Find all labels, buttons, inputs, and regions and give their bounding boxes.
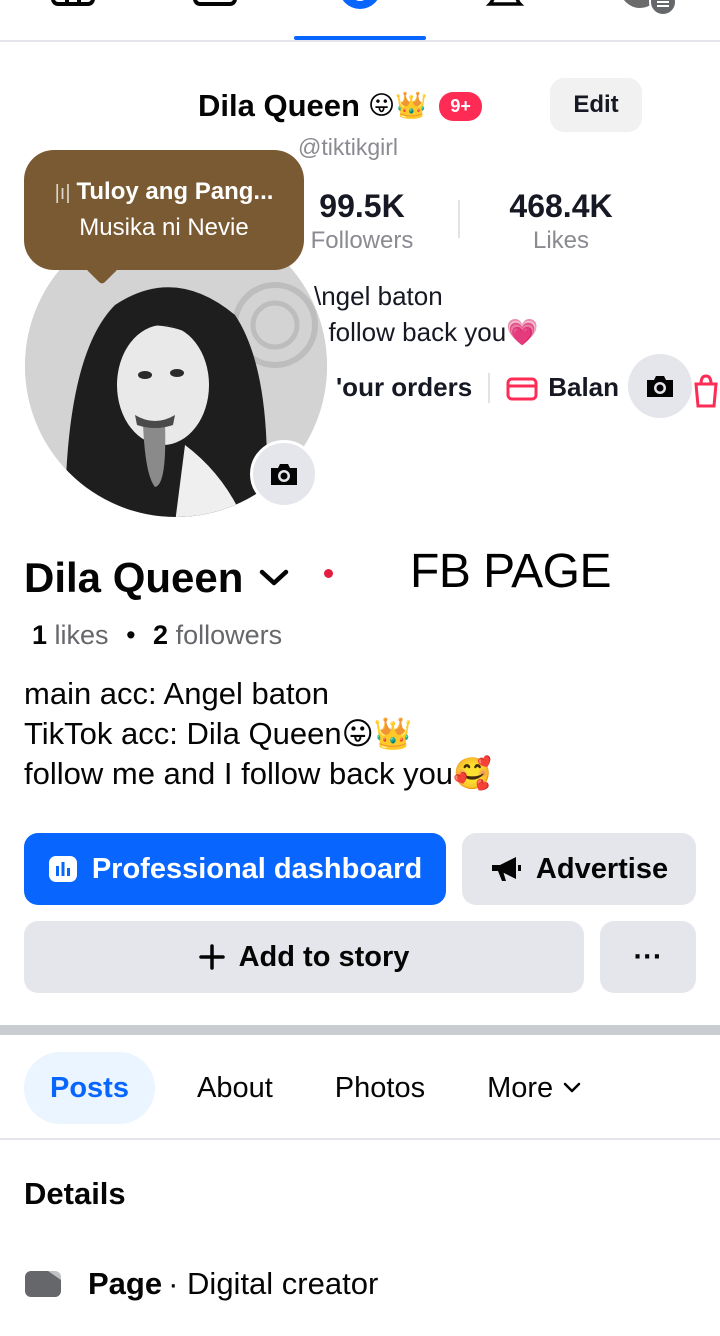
tiktok-links: 'our orders Balan: [336, 372, 619, 403]
followers-count: 2: [153, 620, 169, 650]
music-artist: Musika ni Nevie: [79, 214, 249, 241]
link-divider: [488, 372, 491, 403]
tiktok-display-name: Dila Queen: [198, 88, 360, 123]
tiktok-bio: \ngel baton I follow back you💗: [314, 278, 539, 350]
tiktok-edit-button: Edit: [550, 78, 642, 132]
megaphone-icon: [491, 857, 521, 881]
likes-stat: 468.4K Likes: [490, 188, 632, 255]
wallet-icon: [506, 377, 538, 400]
bio-line: follow me and I follow back you🥰: [24, 756, 492, 791]
page-name: Dila Queen: [24, 554, 244, 601]
advertise-button[interactable]: Advertise: [462, 833, 696, 905]
flag-icon: [25, 1271, 61, 1297]
page-name-row[interactable]: Dila Queen: [24, 554, 289, 602]
tabs-divider: [0, 1138, 720, 1140]
tab-posts[interactable]: Posts: [24, 1052, 155, 1124]
followers-stat: 99.5K Followers: [304, 188, 420, 255]
camera-icon: [647, 376, 673, 397]
likes-value: 468.4K: [509, 188, 613, 224]
profile-picture-camera-button[interactable]: [250, 440, 318, 508]
name-emojis: 😛👑: [367, 91, 428, 121]
chevron-down-icon: [563, 1082, 581, 1093]
more-dots-icon: ···: [633, 940, 663, 973]
orders-link: 'our orders: [336, 372, 473, 402]
notification-dot: [324, 569, 333, 578]
profile-icon[interactable]: [337, 0, 383, 18]
top-nav: [0, 0, 720, 42]
profile-tabs: Posts About Photos More: [24, 1052, 623, 1124]
detail-row-category: Page · Digital creator: [24, 1266, 378, 1302]
bio-line: TikTok acc: Dila Queen😛👑: [24, 716, 413, 751]
music-note-bubble[interactable]: |ı| Tuloy ang Pang... Musika ni Nevie: [24, 150, 304, 270]
likes-count: 1: [32, 620, 48, 650]
tab-more-label: More: [487, 1071, 554, 1104]
plus-icon: [198, 944, 225, 970]
menu-avatar-icon[interactable]: [618, 0, 682, 18]
music-title-row: |ı| Tuloy ang Pang...: [24, 178, 304, 206]
chevron-down-icon[interactable]: [259, 568, 289, 588]
active-tab-indicator: [294, 36, 426, 40]
page-counts[interactable]: 1 likes • 2 followers: [32, 620, 282, 651]
tiktok-handle: @tiktikgirl: [298, 134, 399, 160]
shopping-bag-icon: [694, 374, 718, 408]
dashboard-icon: [48, 856, 77, 882]
tiktok-name-row: Dila Queen 😛👑 9+: [198, 82, 482, 130]
tiktok-bio-line: \ngel baton: [314, 281, 443, 311]
notification-badge: 9+: [439, 91, 482, 121]
add-to-story-label: Add to story: [238, 940, 410, 973]
fb-page-overlay-label: FB PAGE: [410, 545, 612, 598]
music-bars-icon: |ı|: [54, 182, 71, 204]
page-bio: main acc: Angel baton TikTok acc: Dila Q…: [24, 674, 492, 794]
stat-divider: [458, 200, 460, 238]
followers-label: Followers: [310, 227, 414, 254]
more-options-button[interactable]: ···: [600, 921, 696, 993]
advertise-label: Advertise: [535, 852, 669, 885]
tab-about[interactable]: About: [177, 1052, 293, 1124]
cover-photo-camera-button[interactable]: [628, 354, 692, 418]
professional-dashboard-label: Professional dashboard: [91, 852, 423, 885]
bio-line: main acc: Angel baton: [24, 676, 330, 711]
followers-value: 99.5K: [319, 188, 405, 224]
details-heading: Details: [24, 1176, 126, 1211]
followers-label: followers: [175, 620, 283, 650]
tab-more[interactable]: More: [467, 1052, 601, 1124]
dot-separator: •: [126, 620, 136, 650]
add-to-story-button[interactable]: Add to story: [24, 921, 584, 993]
video-icon[interactable]: [192, 0, 238, 18]
music-title: Tuloy ang Pang...: [76, 178, 274, 205]
detail-value: · Digital creator: [168, 1266, 379, 1301]
camera-icon: [271, 464, 297, 485]
tiktok-bio-line: I follow back you💗: [314, 317, 539, 347]
likes-label: Likes: [532, 227, 590, 254]
likes-label: likes: [54, 620, 109, 650]
detail-label: Page: [88, 1266, 163, 1301]
tab-photos[interactable]: Photos: [315, 1052, 445, 1124]
section-divider: [0, 1025, 720, 1035]
balance-link: Balan: [548, 372, 620, 402]
bell-icon[interactable]: [482, 0, 528, 18]
professional-dashboard-button[interactable]: Professional dashboard: [24, 833, 446, 905]
marketplace-icon[interactable]: [50, 0, 96, 18]
